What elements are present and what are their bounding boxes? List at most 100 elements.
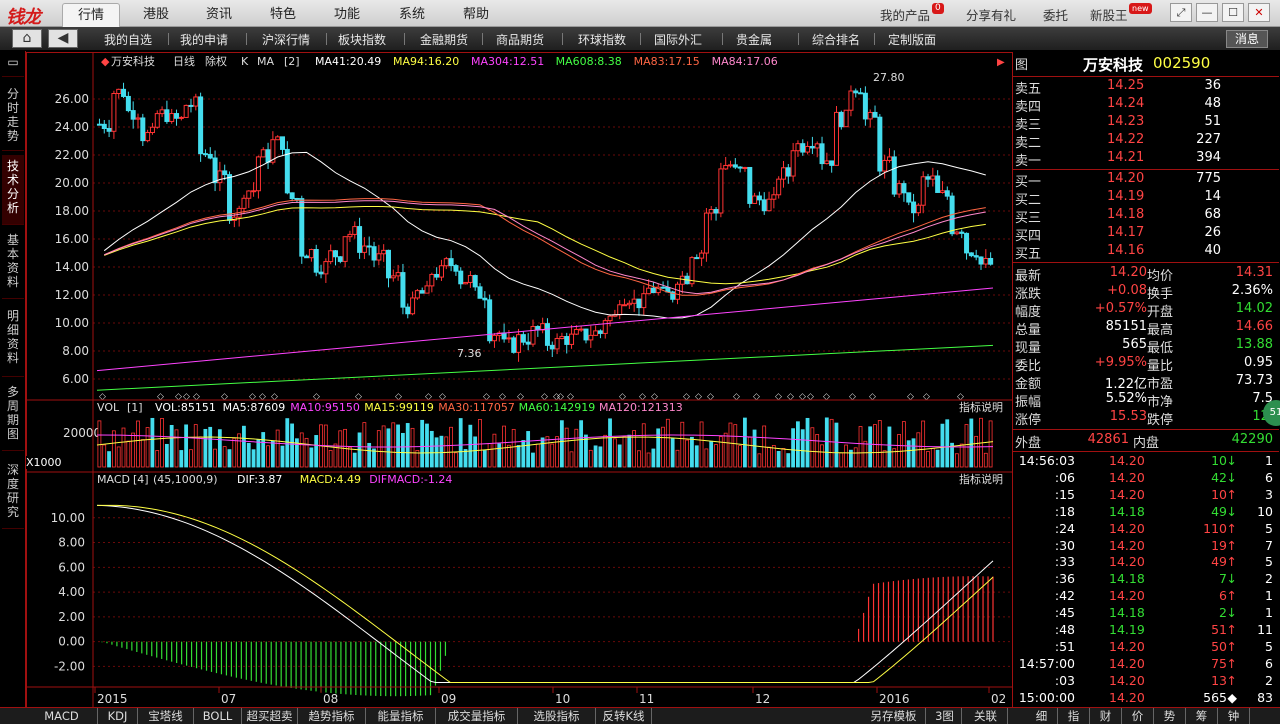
bottom-tab-0[interactable]: MACD — [26, 708, 98, 724]
candle — [689, 257, 695, 285]
volume-bar — [160, 418, 164, 468]
quote-tab-icon[interactable]: 图 — [1015, 54, 1028, 73]
maximize-icon[interactable]: ☐ — [1222, 3, 1244, 22]
quote-tab-2[interactable]: 财 — [1090, 708, 1122, 724]
bottom-tab-9[interactable]: 反转K线 — [596, 708, 652, 724]
vtab-multi-period[interactable]: 多周期图 — [2, 381, 24, 451]
quote-tab-6[interactable]: 钟 — [1218, 708, 1250, 724]
menu-tab-features[interactable]: 特色 — [255, 3, 311, 27]
kline-menu-icon[interactable]: ◆ — [101, 55, 110, 68]
minimize-icon[interactable]: — — [1196, 3, 1218, 22]
doc-icon[interactable]: ▭ — [2, 55, 24, 77]
volume-bar — [164, 443, 169, 468]
candle — [164, 109, 170, 122]
stat-value: 0.95 — [1244, 355, 1273, 370]
bottom-tab-1[interactable]: KDJ — [98, 708, 138, 724]
volume-bar — [738, 445, 742, 468]
tick-direction-icon: ↑ — [1226, 638, 1237, 654]
menu-tab-help[interactable]: 帮助 — [448, 3, 504, 27]
volume-bar — [217, 429, 222, 468]
nav-sh-sz-quotes[interactable]: 沪深行情 — [262, 31, 310, 48]
quote-tab-5[interactable]: 筹 — [1186, 708, 1218, 724]
vtab-details[interactable]: 明细资料 — [2, 303, 24, 377]
candle — [973, 255, 979, 258]
stat-row: 振幅 5.52% 市净 7.5 — [1013, 391, 1279, 410]
bottom-tab-3[interactable]: BOLL — [194, 708, 242, 724]
stat-label: 涨停 — [1015, 413, 1042, 428]
expand-arrow-icon[interactable]: ▶ — [997, 57, 1005, 68]
share-gift-link[interactable]: 分享有礼 — [966, 5, 1016, 24]
menu-tab-hk[interactable]: 港股 — [128, 3, 184, 27]
quote-tab-1[interactable]: 指 — [1058, 708, 1090, 724]
kline-adjust[interactable]: 除权 — [205, 54, 227, 68]
menu-tab-functions[interactable]: 功能 — [319, 3, 375, 27]
home-icon[interactable]: ⌂ — [12, 29, 42, 48]
ask-volume: 394 — [1196, 150, 1221, 165]
vtab-timeshare[interactable]: 分时走势 — [2, 83, 24, 151]
bottom-tab-4[interactable]: 超买超卖 — [242, 708, 298, 724]
entrust-link[interactable]: 委托 — [1043, 5, 1068, 24]
vtab-deep-research[interactable]: 深度研究 — [2, 459, 24, 529]
x-axis-label: 02 — [991, 692, 1006, 706]
kline-period[interactable]: 日线 — [173, 54, 195, 68]
menu-tab-quotes[interactable]: 行情 — [62, 3, 120, 27]
my-products-link[interactable]: 我的产品 — [880, 5, 930, 24]
candle — [318, 271, 324, 275]
candle — [390, 275, 396, 279]
volume-bar — [150, 417, 155, 468]
quote-tab-4[interactable]: 势 — [1154, 708, 1186, 724]
candle — [289, 192, 295, 200]
candle — [978, 256, 984, 265]
tick-time: :33 — [1054, 554, 1075, 570]
vtab-technical[interactable]: 技术分析 — [2, 155, 24, 225]
bottom-tab-5[interactable]: 趋势指标 — [298, 708, 366, 724]
ma-legend-4: MA83:17.15 — [634, 55, 700, 68]
vol-legend-1: MA5:87609 — [223, 401, 286, 414]
nav-sector-index[interactable]: 板块指数 — [338, 31, 386, 48]
stat-label: 均价 — [1147, 269, 1174, 284]
quote-tab-3[interactable]: 价 — [1122, 708, 1154, 724]
nav-commodity-futures[interactable]: 商品期货 — [496, 31, 544, 48]
quote-tab-0[interactable]: 细 — [1026, 708, 1058, 724]
nav-composite-ranking[interactable]: 综合排名 — [812, 31, 860, 48]
nav-global-index[interactable]: 环球指数 — [578, 31, 626, 48]
bottom-tab-7[interactable]: 成交量指标 — [436, 708, 518, 724]
candle — [785, 167, 791, 177]
nav-my-watchlist[interactable]: 我的自选 — [104, 31, 152, 48]
new-stock-king-link[interactable]: 新股王 — [1090, 5, 1128, 24]
nav-precious-metals[interactable]: 贵金属 — [736, 31, 772, 48]
kline-indicator[interactable]: MA — [257, 55, 274, 68]
bottom-right-0[interactable]: 另存模板 — [862, 708, 926, 724]
bottom-tab-6[interactable]: 能量指标 — [366, 708, 436, 724]
nav-financial-futures[interactable]: 金融期货 — [420, 31, 468, 48]
macd-label[interactable]: MACD — [97, 473, 130, 486]
volume-bar — [506, 444, 511, 468]
back-arrow-icon[interactable]: ◀ — [48, 29, 78, 48]
message-button[interactable]: 消息 — [1225, 30, 1268, 48]
nav-forex[interactable]: 国际外汇 — [654, 31, 702, 48]
ma-legend-0: MA41:20.49 — [315, 55, 381, 68]
fullscreen-icon[interactable]: ⤢ — [1170, 3, 1192, 22]
candle — [631, 298, 637, 304]
candle — [207, 153, 213, 159]
tick-direction-icon: ↑ — [1226, 554, 1237, 570]
chart-area[interactable]: ◆ 万安科技 日线 除权 K MA [2] MA41:20.49 MA94:16.… — [26, 52, 1013, 708]
close-icon[interactable]: ✕ — [1248, 3, 1270, 22]
bottom-right-2[interactable]: 关联 — [964, 708, 1008, 724]
candle — [824, 160, 830, 165]
menu-tab-news[interactable]: 资讯 — [191, 3, 247, 27]
macd-help-link[interactable]: 指标说明 — [959, 472, 1003, 486]
vtab-fundamentals[interactable]: 基本资料 — [2, 229, 24, 299]
volume-bar — [338, 430, 343, 468]
vol-label[interactable]: VOL — [97, 401, 120, 414]
volume-bar — [410, 427, 415, 468]
bottom-tab-2[interactable]: 宝塔线 — [138, 708, 194, 724]
menu-tab-system[interactable]: 系统 — [384, 3, 440, 27]
nav-my-applications[interactable]: 我的申请 — [180, 31, 228, 48]
chart-svg[interactable]: ◆ 万安科技 日线 除权 K MA [2] MA41:20.49 MA94:16.… — [27, 53, 1013, 708]
nav-custom-layout[interactable]: 定制版面 — [888, 31, 936, 48]
vol-help-link[interactable]: 指标说明 — [959, 400, 1003, 414]
bottom-right-1[interactable]: 3图 — [928, 708, 962, 724]
bottom-tab-8[interactable]: 选股指标 — [518, 708, 596, 724]
kline-type[interactable]: K — [241, 55, 249, 68]
